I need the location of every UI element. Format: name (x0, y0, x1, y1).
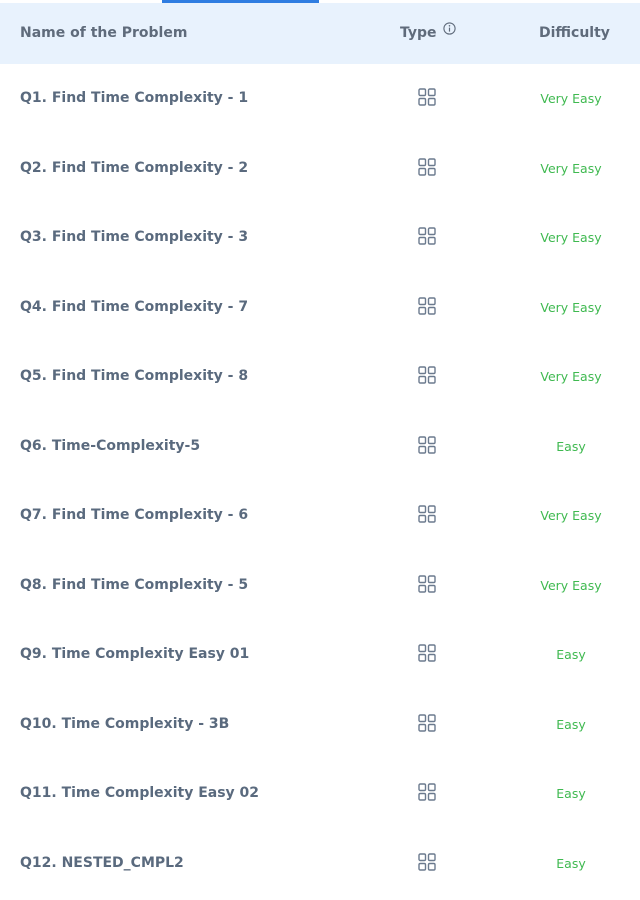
table-row[interactable]: Q4. Find Time Complexity - 7 Very Easy (0, 273, 640, 343)
difficulty-label: Easy (556, 855, 586, 871)
column-header-type-label: Type (400, 25, 437, 41)
table-row[interactable]: Q5. Find Time Complexity - 8 Very Easy (0, 342, 640, 412)
problem-name-link[interactable]: Q11. Time Complexity Easy 02 (20, 785, 259, 801)
difficulty-label: Very Easy (540, 299, 602, 315)
problem-name-link[interactable]: Q9. Time Complexity Easy 01 (20, 646, 249, 662)
table-row[interactable]: Q1. Find Time Complexity - 1 Very Easy (0, 64, 640, 134)
table-row[interactable]: Q8. Find Time Complexity - 5 Very Easy (0, 551, 640, 621)
difficulty-label: Easy (556, 786, 586, 801)
problem-name-link[interactable]: Q6. Time-Complexity-5 (20, 438, 200, 454)
problem-name-link[interactable]: Q2. Find Time Complexity - 2 (20, 160, 248, 176)
grid-icon (418, 783, 436, 801)
table-row[interactable]: Q3. Find Time Complexity - 3 Very Easy (0, 203, 640, 273)
problem-name-link[interactable]: Q3. Find Time Complexity - 3 (20, 229, 248, 245)
grid-icon (418, 852, 436, 871)
grid-icon (418, 505, 436, 523)
grid-icon (418, 644, 436, 662)
table-row[interactable]: Q7. Find Time Complexity - 6 Very Easy (0, 481, 640, 551)
grid-icon (418, 296, 436, 315)
problem-list-page: Name of the Problem Type Difficulty Q1. … (0, 0, 640, 900)
grid-icon (418, 88, 436, 106)
difficulty-label: Very Easy (540, 230, 602, 245)
difficulty-label: Easy (556, 438, 586, 454)
difficulty-label: Easy (556, 647, 586, 662)
grid-icon (418, 157, 436, 176)
difficulty-label: Very Easy (540, 160, 602, 176)
problem-name-link[interactable]: Q8. Find Time Complexity - 5 (20, 577, 248, 593)
grid-icon (418, 713, 436, 732)
table-row[interactable]: Q12. NESTED_CMPL2 Easy (0, 829, 640, 899)
grid-icon (418, 227, 436, 245)
grid-icon (418, 435, 436, 454)
problem-name-link[interactable]: Q4. Find Time Complexity - 7 (20, 299, 248, 315)
problem-name-link[interactable]: Q10. Time Complexity - 3B (20, 716, 229, 732)
problem-name-link[interactable]: Q12. NESTED_CMPL2 (20, 855, 184, 871)
column-header-type[interactable]: Type (400, 3, 456, 64)
table-row[interactable]: Q6. Time-Complexity-5 Easy (0, 412, 640, 482)
table-row[interactable]: Q9. Time Complexity Easy 01 Easy (0, 620, 640, 690)
difficulty-label: Very Easy (540, 369, 602, 384)
grid-icon (418, 366, 436, 384)
difficulty-label: Very Easy (540, 508, 602, 523)
difficulty-label: Easy (556, 716, 586, 732)
column-header-difficulty[interactable]: Difficulty (539, 3, 610, 64)
table-row[interactable]: Q10. Time Complexity - 3B Easy (0, 690, 640, 760)
problem-name-link[interactable]: Q5. Find Time Complexity - 8 (20, 368, 248, 384)
grid-icon (418, 574, 436, 593)
table-row[interactable]: Q11. Time Complexity Easy 02 Easy (0, 759, 640, 829)
info-icon[interactable] (442, 1, 456, 62)
table-header: Name of the Problem Type Difficulty (0, 3, 640, 64)
problem-name-link[interactable]: Q1. Find Time Complexity - 1 (20, 90, 248, 106)
table-row[interactable]: Q2. Find Time Complexity - 2 Very Easy (0, 134, 640, 204)
difficulty-label: Very Easy (540, 91, 602, 106)
column-header-name[interactable]: Name of the Problem (20, 3, 187, 64)
problem-name-link[interactable]: Q7. Find Time Complexity - 6 (20, 507, 248, 523)
difficulty-label: Very Easy (540, 577, 602, 593)
problem-table-body: Q1. Find Time Complexity - 1 Very Easy Q2.… (0, 64, 640, 898)
